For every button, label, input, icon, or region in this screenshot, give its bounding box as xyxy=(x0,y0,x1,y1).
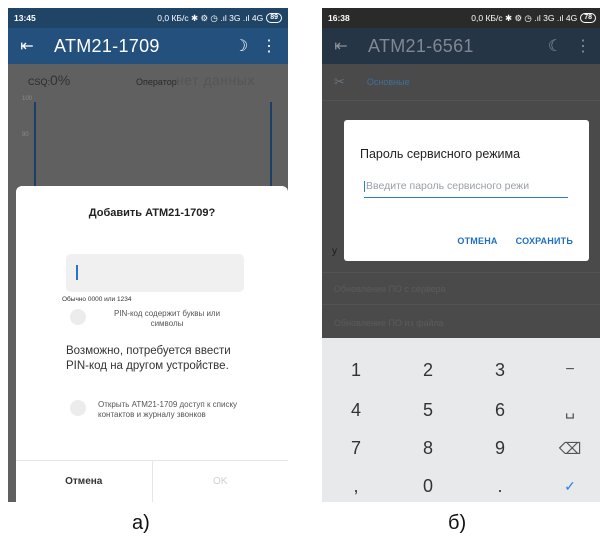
app-bar: ⇤ ATM21-6561 ☾ ⋮ xyxy=(322,28,600,64)
signal-info-row: CSQ: 0% Оператор: нет данных xyxy=(28,72,278,90)
operator-value: нет данных xyxy=(176,72,255,88)
more-vert-icon[interactable]: ⋮ xyxy=(574,36,592,56)
battery-icon: 89 xyxy=(266,13,282,23)
text-cursor xyxy=(364,180,365,192)
dialog-title: Пароль сервисного режима xyxy=(360,147,521,161)
battery-icon: 78 xyxy=(580,13,596,23)
contacts-access-checkbox[interactable] xyxy=(70,400,86,416)
status-icons: 0,0 КБ/с ✱ ⚙ ◷ .ıl 3G .ıl 4G xyxy=(157,12,264,23)
numeric-keyboard: 1 2 3 − 4 5 6 ␣ 7 8 9 ⌫ , 0 . ✓ xyxy=(322,338,600,502)
more-vert-icon[interactable]: ⋮ xyxy=(260,36,278,56)
key-5[interactable]: 5 xyxy=(408,400,448,421)
pin-hint: Обычно 0000 или 1234 xyxy=(62,296,132,303)
status-bar: 13:45 0,0 КБ/с ✱ ⚙ ◷ .ıl 3G .ıl 4G 89 xyxy=(8,8,288,28)
csq-value: 0% xyxy=(50,72,71,88)
key-2[interactable]: 2 xyxy=(408,360,448,381)
cancel-button[interactable]: ОТМЕНА xyxy=(457,236,497,246)
contacts-access-option[interactable]: Открыть ATM21-1709 доступ к списку конта… xyxy=(70,400,270,420)
section-label: Основные xyxy=(366,77,410,87)
divider xyxy=(322,100,600,101)
settings-section-main[interactable]: ✂ Основные xyxy=(322,64,600,100)
moon-icon[interactable]: ☾ xyxy=(546,36,564,56)
moon-icon[interactable]: ☽ xyxy=(232,36,250,56)
ok-button[interactable]: OK xyxy=(153,461,289,502)
password-placeholder: Введите пароль сервисного режи xyxy=(366,180,530,192)
key-9[interactable]: 9 xyxy=(480,438,520,459)
dialog-button-row: ОТМЕНА СОХРАНИТЬ xyxy=(457,236,573,246)
tools-icon: ✂ xyxy=(334,74,345,89)
backspace-icon[interactable]: ⌫ xyxy=(550,439,590,459)
back-to-start-icon[interactable]: ⇤ xyxy=(332,36,350,56)
dialog-title: Добавить ATM21-1709? xyxy=(88,207,216,219)
minus-key[interactable]: − xyxy=(550,361,590,379)
pin-letters-checkbox[interactable] xyxy=(70,309,86,325)
bluetooth-pairing-dialog: Добавить ATM21-1709? Обычно 0000 или 123… xyxy=(16,186,288,502)
period-key[interactable]: . xyxy=(480,476,520,497)
save-button[interactable]: СОХРАНИТЬ xyxy=(516,236,573,246)
update-from-server-item[interactable]: Обновление ПО с сервера xyxy=(334,284,446,294)
contacts-access-label: Открыть ATM21-1709 доступ к списку конта… xyxy=(98,400,238,419)
status-bar: 16:38 0,0 КБ/с ✱ ⚙ ◷ .ıl 3G .ıl 4G 78 xyxy=(322,8,600,28)
status-icons: 0,0 КБ/с ✱ ⚙ ◷ .ıl 3G .ıl 4G xyxy=(471,12,578,23)
key-7[interactable]: 7 xyxy=(336,438,376,459)
axis-label-100: 100 xyxy=(22,96,33,102)
update-from-file-item[interactable]: Обновление ПО из файла xyxy=(334,318,444,328)
device-title: ATM21-6561 xyxy=(368,35,474,56)
status-indicators: 0,0 КБ/с ✱ ⚙ ◷ .ıl 3G .ıl 4G 89 xyxy=(157,13,282,24)
axis-label-80: 80 xyxy=(22,132,29,138)
screenshot-b: 16:38 0,0 КБ/с ✱ ⚙ ◷ .ıl 3G .ıl 4G 78 ⇤ … xyxy=(322,8,600,502)
chart-right-border xyxy=(270,102,272,196)
status-time: 16:38 xyxy=(328,13,350,23)
service-password-dialog: Пароль сервисного режима Введите пароль … xyxy=(344,120,589,261)
done-check-icon[interactable]: ✓ xyxy=(550,478,590,495)
status-indicators: 0,0 КБ/с ✱ ⚙ ◷ .ıl 3G .ıl 4G 78 xyxy=(471,13,596,24)
key-0[interactable]: 0 xyxy=(408,476,448,497)
chart-left-border xyxy=(34,102,36,196)
csq-label: CSQ: xyxy=(28,77,51,87)
divider xyxy=(322,272,600,273)
status-time: 13:45 xyxy=(14,13,36,23)
text-cursor xyxy=(76,265,78,280)
dialog-button-bar: Отмена OK xyxy=(16,460,288,502)
pin-letters-label: PIN-код содержит буквы или символы xyxy=(113,309,221,328)
operator-label: Оператор: xyxy=(136,77,180,87)
app-bar: ⇤ ATM21-1709 ☽ ⋮ xyxy=(8,28,288,64)
key-1[interactable]: 1 xyxy=(336,360,376,381)
caption-a: а) xyxy=(132,512,150,534)
caption-b: б) xyxy=(448,512,467,534)
key-8[interactable]: 8 xyxy=(408,438,448,459)
space-key-icon[interactable]: ␣ xyxy=(550,400,590,420)
pin-letters-option[interactable]: PIN-код содержит буквы или символы xyxy=(70,309,270,329)
pin-other-device-note: Возможно, потребуется ввести PIN-код на … xyxy=(66,345,231,372)
device-title: ATM21-1709 xyxy=(54,35,160,56)
key-6[interactable]: 6 xyxy=(480,400,520,421)
comma-key[interactable]: , xyxy=(336,476,376,497)
screenshot-a: 13:45 0,0 КБ/с ✱ ⚙ ◷ .ıl 3G .ıl 4G 89 ⇤ … xyxy=(8,8,288,502)
partial-item-text: у xyxy=(332,246,337,257)
key-3[interactable]: 3 xyxy=(480,360,520,381)
cancel-button[interactable]: Отмена xyxy=(16,461,153,502)
pin-input[interactable] xyxy=(66,254,244,292)
signal-chart: 100 80 xyxy=(20,96,278,196)
service-password-input[interactable]: Введите пароль сервисного режи xyxy=(364,180,568,198)
divider xyxy=(322,304,600,305)
key-4[interactable]: 4 xyxy=(336,400,376,421)
back-to-start-icon[interactable]: ⇤ xyxy=(18,36,36,56)
